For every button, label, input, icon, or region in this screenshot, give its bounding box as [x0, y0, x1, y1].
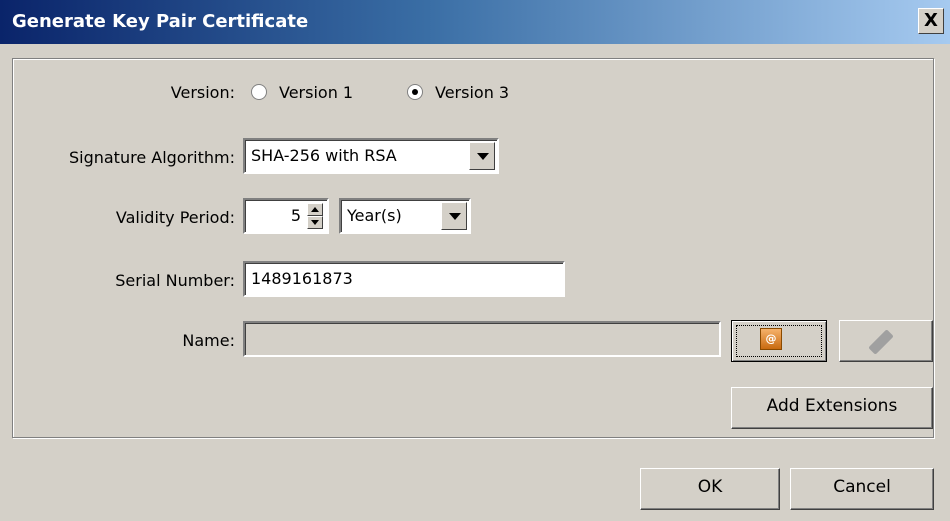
serial-number-label: Serial Number:	[115, 271, 235, 290]
close-button[interactable]: X	[918, 8, 944, 34]
edit-name-button	[839, 320, 933, 362]
name-input	[243, 321, 721, 357]
serial-number-value: 1489161873	[251, 269, 353, 288]
version-label: Version:	[170, 83, 235, 102]
pencil-icon	[868, 329, 894, 355]
signature-algorithm-value: SHA-256 with RSA	[251, 146, 397, 165]
cancel-label: Cancel	[833, 477, 891, 497]
version-3-label[interactable]: Version 3	[435, 83, 509, 102]
validity-unit-value: Year(s)	[347, 206, 402, 225]
validity-period-spinner[interactable]: 5	[243, 198, 329, 234]
serial-number-input[interactable]: 1489161873	[243, 261, 565, 297]
spinner-up-icon[interactable]	[307, 203, 323, 216]
version-3-radio[interactable]	[407, 84, 423, 100]
select-contact-button[interactable]: @	[731, 320, 827, 362]
contacts-icon: @	[760, 328, 782, 350]
validity-unit-select[interactable]: Year(s)	[339, 198, 471, 234]
cancel-button[interactable]: Cancel	[790, 468, 934, 510]
validity-period-label: Validity Period:	[115, 208, 235, 227]
chevron-down-icon[interactable]	[441, 202, 467, 230]
add-extensions-label: Add Extensions	[766, 396, 898, 416]
signature-algorithm-label: Signature Algorithm:	[68, 148, 235, 167]
validity-period-value: 5	[290, 206, 301, 225]
version-1-radio[interactable]	[251, 84, 267, 100]
signature-algorithm-select[interactable]: SHA-256 with RSA	[243, 138, 499, 174]
spinner-down-icon[interactable]	[307, 216, 323, 229]
version-1-label[interactable]: Version 1	[279, 83, 353, 102]
close-icon: X	[924, 10, 938, 31]
window-title: Generate Key Pair Certificate	[12, 11, 309, 32]
name-label: Name:	[182, 331, 235, 350]
add-extensions-button[interactable]: Add Extensions	[731, 387, 933, 429]
ok-label: OK	[697, 477, 723, 497]
certificate-options-panel: Version: Version 1 Version 3 Signature A…	[12, 58, 934, 438]
chevron-down-icon[interactable]	[469, 142, 495, 170]
ok-button[interactable]: OK	[640, 468, 780, 510]
title-bar: Generate Key Pair Certificate X	[0, 0, 950, 44]
